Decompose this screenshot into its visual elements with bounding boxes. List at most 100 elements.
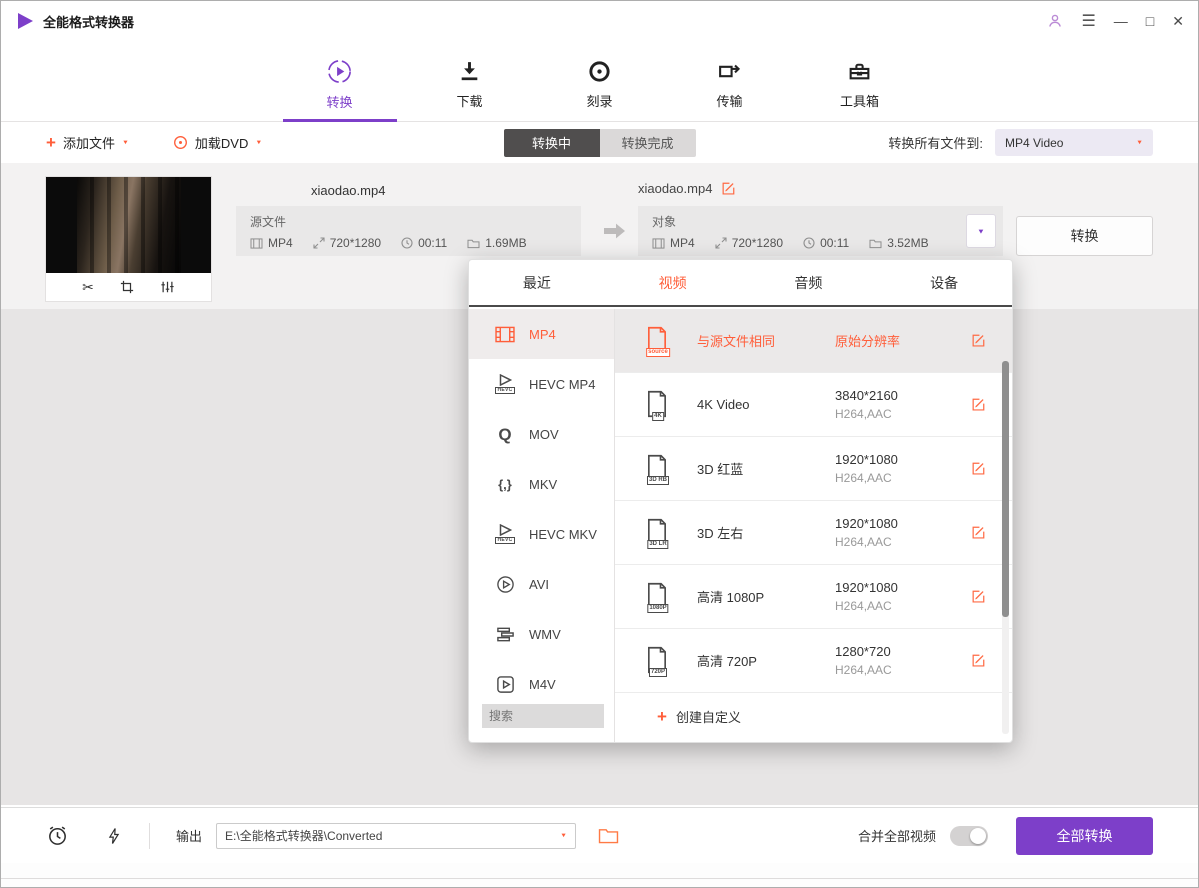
edit-preset-icon[interactable] <box>971 461 986 476</box>
convert-status-tabs: 转换中 转换完成 <box>504 129 696 157</box>
edit-preset-icon[interactable] <box>971 653 986 668</box>
target-info-box: 对象 MP4 720*1280 00:11 3.52MB <box>638 206 1003 256</box>
app-window: 全能格式转换器 ☰ — □ ✕ 转换 下载 <box>0 0 1199 888</box>
target-title: 对象 <box>652 213 989 230</box>
3d-lr-file-icon: 3D LR <box>645 518 671 548</box>
scrollbar-thumb[interactable] <box>1002 361 1009 617</box>
dvd-disc-icon <box>173 135 188 150</box>
source-info-box: 源文件 MP4 720*1280 00:11 1.69MB <box>236 206 581 256</box>
edit-preset-icon[interactable] <box>971 333 986 348</box>
plus-icon: + <box>46 134 56 151</box>
open-folder-icon[interactable] <box>598 827 619 844</box>
convert-arrow-icon <box>601 221 627 246</box>
source-file-icon: source <box>645 326 671 356</box>
close-button[interactable]: ✕ <box>1172 14 1184 28</box>
format-item-mkv[interactable]: {,} MKV <box>469 459 614 509</box>
3d-rb-file-icon: 3D RB <box>645 454 671 484</box>
edit-preset-icon[interactable] <box>971 397 986 412</box>
burn-disc-icon <box>587 59 612 84</box>
load-dvd-button[interactable]: 加载DVD ▼ <box>173 133 262 152</box>
tab-download[interactable]: 下载 <box>431 41 509 121</box>
bottom-bar: 输出 E:\全能格式转换器\Converted ▼ 合并全部视频 全部转换 <box>1 807 1198 863</box>
format-item-hevc-mkv[interactable]: HEVC HEVC MKV <box>469 509 614 559</box>
crop-icon[interactable] <box>120 280 134 294</box>
resolution-meta: 720*1280 <box>715 236 783 250</box>
main-nav: 转换 下载 刻录 传输 工具箱 <box>1 41 1198 122</box>
trim-icon[interactable]: ✂ <box>82 280 94 294</box>
format-picker-popup: 最近 视频 音频 设备 MP4 HEVC <box>468 259 1013 743</box>
tab-converting[interactable]: 转换中 <box>504 129 600 157</box>
source-file-name: xiaodao.mp4 <box>311 183 385 198</box>
output-format-dropdown[interactable]: MP4 Video ▼ <box>995 129 1153 156</box>
caret-down-icon: ▼ <box>977 227 985 235</box>
edit-preset-icon[interactable] <box>971 525 986 540</box>
menu-icon[interactable]: ☰ <box>1081 11 1095 31</box>
output-label: 输出 <box>176 826 202 845</box>
preset-hd-720p[interactable]: 720P 高清 720P 1280*720 H264,AAC <box>615 629 1012 693</box>
preset-3d-left-right[interactable]: 3D LR 3D 左右 1920*1080 H264,AAC <box>615 501 1012 565</box>
schedule-icon[interactable] <box>46 824 69 847</box>
preset-scrollbar[interactable] <box>1002 361 1009 734</box>
transfer-icon <box>717 59 742 84</box>
create-custom-button[interactable]: + 创建自定义 <box>615 693 1012 739</box>
merge-videos-label: 合并全部视频 <box>858 826 936 845</box>
convert-button[interactable]: 转换 <box>1016 216 1153 256</box>
merge-videos-toggle[interactable] <box>950 826 988 846</box>
hevc-mp4-icon: HEVC <box>491 374 519 394</box>
hevc-mkv-icon: HEVC <box>491 524 519 544</box>
convert-icon <box>326 58 353 85</box>
duration-meta: 00:11 <box>401 236 447 250</box>
tab-transfer[interactable]: 传输 <box>691 41 769 121</box>
minimize-button[interactable]: — <box>1114 14 1128 28</box>
window-footer <box>1 863 1198 887</box>
video-thumbnail: ✂ <box>46 177 211 301</box>
toolbox-icon <box>847 59 872 84</box>
tab-toolbox[interactable]: 工具箱 <box>821 41 899 121</box>
mkv-icon: {,} <box>491 478 519 491</box>
caret-down-icon: ▼ <box>122 140 129 146</box>
1080p-file-icon: 1080P <box>645 582 671 612</box>
tab-video[interactable]: 视频 <box>605 260 741 305</box>
format-item-mov[interactable]: Q MOV <box>469 409 614 459</box>
preset-same-as-source[interactable]: source 与源文件相同 原始分辨率 <box>615 309 1012 373</box>
format-item-mp4[interactable]: MP4 <box>469 309 614 359</box>
format-item-m4v[interactable]: M4V <box>469 659 614 694</box>
output-path-select[interactable]: E:\全能格式转换器\Converted ▼ <box>216 823 576 849</box>
download-icon <box>457 59 482 84</box>
preset-hd-1080p[interactable]: 1080P 高清 1080P 1920*1080 H264,AAC <box>615 565 1012 629</box>
tab-audio[interactable]: 音频 <box>741 260 877 305</box>
tab-finished[interactable]: 转换完成 <box>600 129 696 157</box>
high-speed-icon[interactable] <box>105 825 123 847</box>
avi-icon <box>491 575 519 594</box>
thumbnail-image <box>46 177 211 273</box>
preset-3d-red-blue[interactable]: 3D RB 3D 红蓝 1920*1080 H264,AAC <box>615 437 1012 501</box>
preset-list: source 与源文件相同 原始分辨率 4K 4K Video 384 <box>615 309 1012 742</box>
add-files-button[interactable]: + 添加文件 ▼ <box>46 133 129 152</box>
app-logo-icon <box>15 11 35 31</box>
format-meta: MP4 <box>250 236 293 250</box>
target-format-dropdown-button[interactable]: ▼ <box>966 214 996 248</box>
tab-recent[interactable]: 最近 <box>469 260 605 305</box>
maximize-button[interactable]: □ <box>1146 14 1154 28</box>
format-list-column: MP4 HEVC HEVC MP4 Q MOV {,} <box>469 309 615 742</box>
720p-file-icon: 720P <box>645 646 671 676</box>
tab-burn[interactable]: 刻录 <box>561 41 639 121</box>
title-bar: 全能格式转换器 ☰ — □ ✕ <box>1 1 1198 41</box>
4k-file-icon: 4K <box>645 390 671 420</box>
convert-all-button[interactable]: 全部转换 <box>1016 817 1153 855</box>
user-account-icon[interactable] <box>1047 13 1063 29</box>
plus-icon: + <box>657 708 667 725</box>
format-item-hevc-mp4[interactable]: HEVC HEVC MP4 <box>469 359 614 409</box>
effects-icon[interactable] <box>160 280 175 294</box>
tab-convert[interactable]: 转换 <box>301 41 379 121</box>
format-search-input[interactable] <box>482 704 604 728</box>
edit-preset-icon[interactable] <box>971 589 986 604</box>
mov-icon: Q <box>491 426 519 443</box>
caret-down-icon: ▼ <box>560 833 567 839</box>
resolution-meta: 720*1280 <box>313 236 381 250</box>
preset-4k-video[interactable]: 4K 4K Video 3840*2160 H264,AAC <box>615 373 1012 437</box>
rename-icon[interactable] <box>721 181 736 196</box>
tab-device[interactable]: 设备 <box>876 260 1012 305</box>
format-item-avi[interactable]: AVI <box>469 559 614 609</box>
format-item-wmv[interactable]: WMV <box>469 609 614 659</box>
